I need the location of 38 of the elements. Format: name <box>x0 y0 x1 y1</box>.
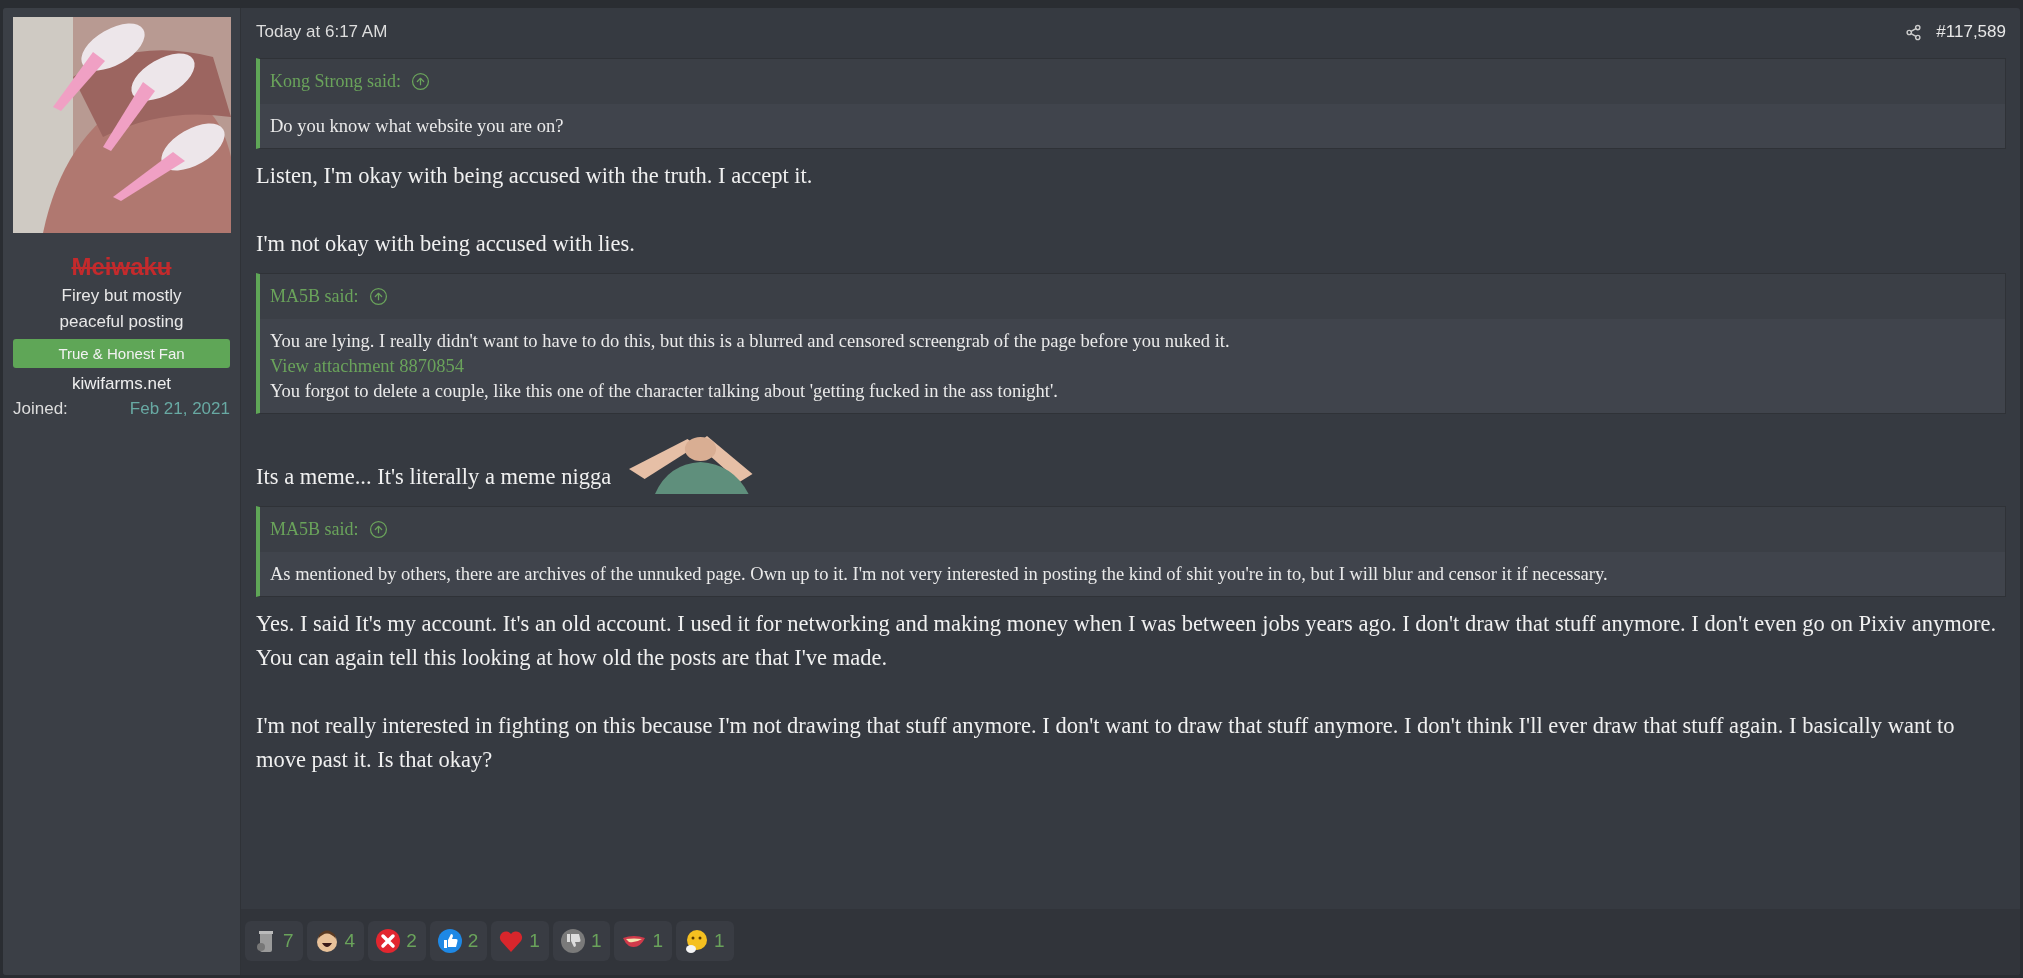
quote-text: You are lying. I really didn't want to have to do this, but this is a blurred and censored screengrab of the page before you nuked it. <box>270 330 1231 353</box>
joined-date: Feb 21, 2021 <box>129 399 230 419</box>
post-number[interactable]: #117,589 <box>1936 22 2006 42</box>
reaction-button[interactable]: 7 <box>245 921 303 961</box>
username[interactable]: Meiwaku <box>13 253 230 281</box>
post-text: I'm not really interested in fighting on this because I'm not drawing that stuff anymore. I don't want to draw that stuff anymore. I don't think I'll ever draw that stuff again. I basically want to move past it. Is that okay? <box>256 712 1956 774</box>
thinking-face-icon <box>683 928 710 954</box>
thumbs-down-icon <box>559 928 586 954</box>
user-banner: True & Honest Fan <box>13 339 230 368</box>
user-site: kiwifarms.net <box>70 374 173 394</box>
share-icon[interactable] <box>1905 23 1923 41</box>
quote-text: Do you know what website you are on? <box>270 115 565 138</box>
cross-icon <box>375 928 402 954</box>
quote-author[interactable]: MA5B said: <box>270 519 359 540</box>
reaction-button[interactable]: 1 <box>552 921 611 961</box>
reaction-button[interactable]: 2 <box>368 921 426 961</box>
joined-label: Joined: <box>13 399 68 419</box>
jump-up-icon[interactable] <box>368 287 388 306</box>
heart-icon <box>498 928 525 954</box>
post-text: Its a meme... It's literally a meme nigga <box>256 463 612 491</box>
user-title: Firey but mostly peaceful posting <box>58 285 185 333</box>
quote-author[interactable]: MA5B said: <box>270 286 359 307</box>
post-text: I'm not okay with being accused with lies. <box>256 230 635 258</box>
reaction-button[interactable]: 2 <box>429 921 488 961</box>
quote-text: You forgot to delete a couple, like this one of the character talking about 'getting fucked in the ass tonight'. <box>270 380 1059 403</box>
reaction-button[interactable]: 4 <box>306 921 365 961</box>
post-text: Yes. I said It's my account. It's an old account. I used it for networking and making money when I was between jobs years ago. I don't draw that stuff anymore. I don't even go on Pixiv anymore. You can again tell this looking at how old the posts are that I've made. <box>256 610 1997 672</box>
reaction-button[interactable]: 1 <box>614 921 673 961</box>
post-time[interactable]: Today at 6:17 AM <box>256 22 388 42</box>
post-text: Listen, I'm okay with being accused with the truth. I accept it. <box>256 162 813 190</box>
reaction-button[interactable]: 1 <box>491 921 549 961</box>
attachment-link[interactable]: View attachment 8870854 <box>270 354 465 379</box>
jump-up-icon[interactable] <box>368 520 388 539</box>
jump-up-icon[interactable] <box>411 72 430 91</box>
thumbs-up-icon <box>436 928 463 954</box>
quote-author[interactable]: Kong Strong said: <box>270 71 401 92</box>
quote-text: As mentioned by others, there are archives of the unnuked page. Own up to it. I'm not very interested in posting the kind of shit you're in to, but I will blur and censor it if necessary. <box>270 563 1609 586</box>
reaction-button[interactable]: 1 <box>676 921 734 961</box>
